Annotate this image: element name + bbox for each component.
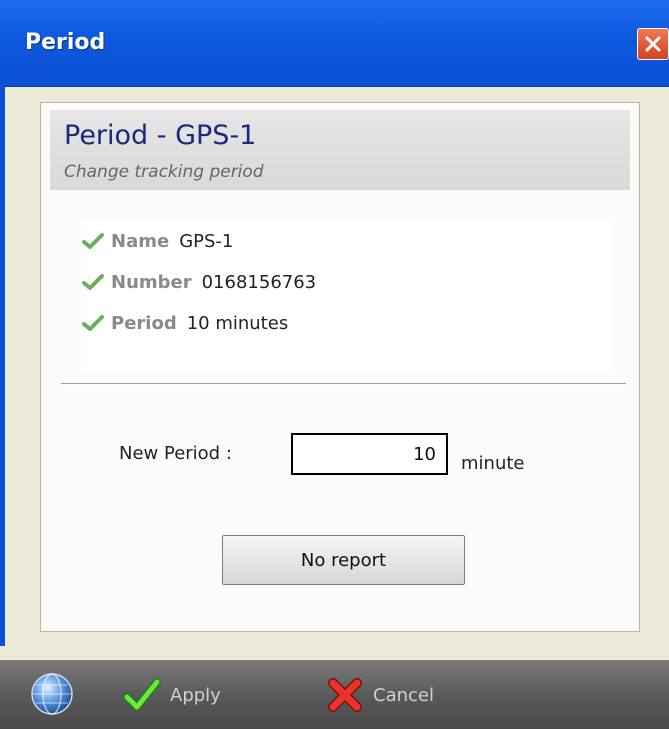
dialog-header-title: Period - GPS-1 [64,120,257,151]
info-row-period: Period 10 minutes [81,309,288,337]
info-label: Period [111,312,177,334]
window-border [0,86,5,646]
dialog-header: Period - GPS-1 Change tracking period [50,110,630,190]
apply-label: Apply [170,684,221,706]
new-period-input[interactable] [291,433,448,475]
content-panel: Period - GPS-1 Change tracking period Na… [40,102,640,632]
new-period-unit: minute [461,453,525,474]
info-label: Number [111,271,192,293]
check-icon [82,233,104,249]
info-label: Name [111,230,170,252]
dialog-header-subtitle: Change tracking period [64,162,264,182]
no-report-button[interactable]: No report [222,535,465,585]
new-period-label: New Period : [119,443,232,464]
check-icon [82,274,104,290]
checkmark-icon [123,678,161,711]
cancel-button[interactable]: Cancel [325,676,434,714]
cancel-label: Cancel [373,684,434,706]
info-row-name: Name GPS-1 [81,227,233,255]
window-title: Period [25,30,106,55]
bottom-toolbar: Apply Cancel [0,660,669,729]
close-icon [645,36,661,52]
globe-icon [31,673,73,715]
info-value: GPS-1 [179,230,234,252]
info-value: 10 minutes [186,312,289,334]
info-row-number: Number 0168156763 [81,268,316,296]
check-icon [82,315,104,331]
apply-button[interactable]: Apply [122,676,221,714]
period-dialog: Period Period - GPS-1 Change tracking pe… [0,0,669,729]
divider [61,383,626,385]
info-value: 0168156763 [201,271,317,293]
cancel-x-icon [328,678,362,712]
device-info: Name GPS-1 Number 0168156763 Period 10 m… [81,221,611,371]
close-button[interactable] [637,28,669,60]
title-bar: Period [0,0,669,87]
